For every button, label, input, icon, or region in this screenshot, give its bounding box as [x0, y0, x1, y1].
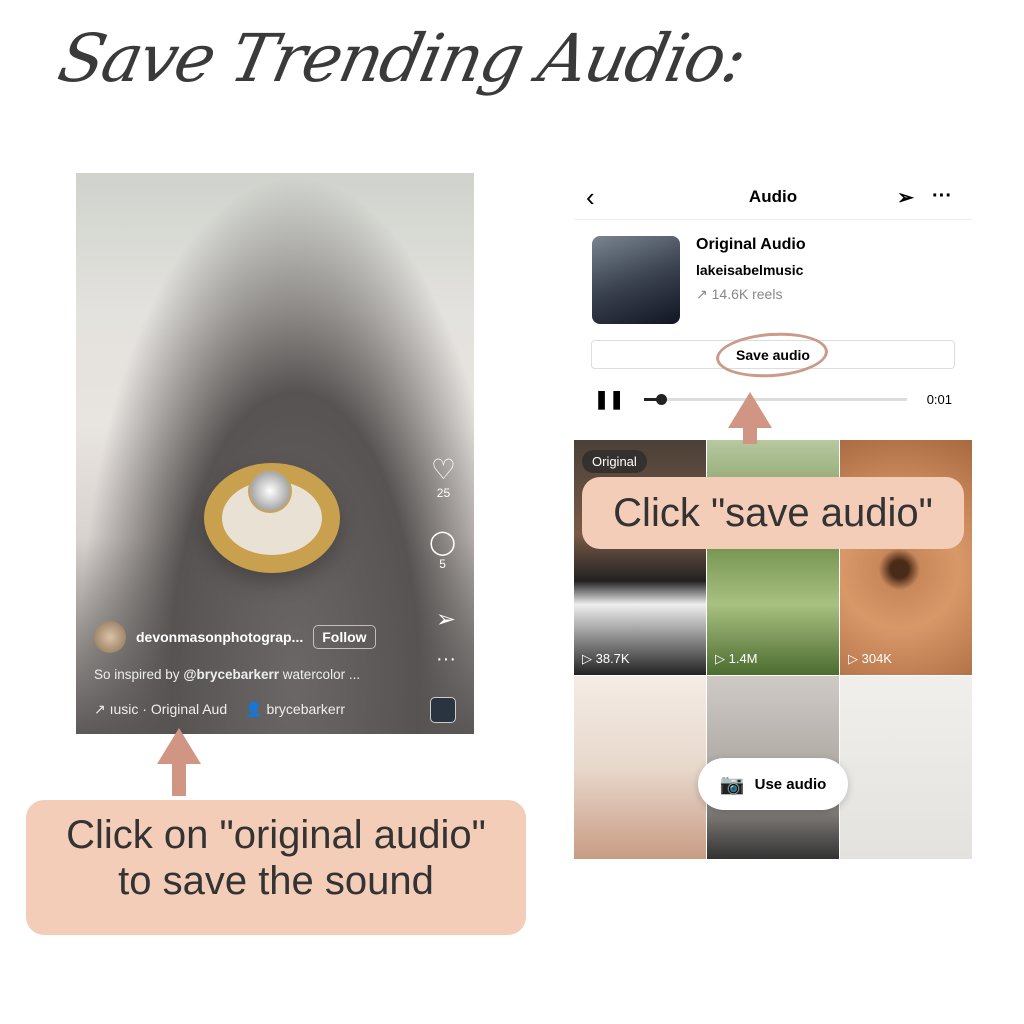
view-count-value: 1.4M	[728, 651, 758, 666]
comment-count: 5	[439, 557, 446, 571]
audio-page: ‹ Audio ➢ ··· Original Audio lakeisabelmusic…	[574, 175, 972, 429]
avatar[interactable]	[94, 621, 126, 653]
pause-icon[interactable]: ❚❚	[594, 389, 624, 410]
save-audio-button[interactable]: Save audio	[591, 329, 955, 381]
arrow-up-icon	[728, 392, 772, 428]
reel-tile[interactable]: Original ▷ 38.7K	[574, 440, 706, 675]
reels-count: ↗ 14.6K reels	[696, 286, 783, 302]
page-title: Save Trending Audio:	[51, 20, 752, 97]
comment-icon: ◯	[429, 529, 456, 556]
original-badge: Original	[582, 450, 647, 473]
view-count: ▷ 1.4M	[715, 651, 758, 666]
mention-link[interactable]: @brycebarkerr	[183, 667, 279, 682]
diamond	[248, 469, 292, 513]
use-audio-label: Use audio	[754, 775, 827, 793]
slider-knob[interactable]	[656, 393, 668, 405]
arrow-up-icon	[157, 728, 201, 764]
view-count-value: 38.7K	[595, 651, 630, 666]
callout-save-audio: Click "save audio"	[582, 477, 964, 549]
tagged-user-name: brycebarkerr	[266, 701, 346, 717]
heart-icon: ♡	[430, 454, 456, 485]
more-icon[interactable]: ···	[436, 648, 456, 671]
caption-text: So inspired by	[94, 667, 184, 682]
callout-original-audio: Click on "original audio" to save the so…	[26, 800, 526, 935]
caption-text: watercolor ...	[279, 667, 361, 682]
username[interactable]: devonmasonphotograp...	[136, 629, 303, 645]
share-icon[interactable]: ➢	[436, 605, 456, 634]
reel-tile[interactable]	[574, 676, 706, 859]
view-count: ▷ 38.7K	[582, 651, 630, 666]
original-audio-link[interactable]: ↗ ıusic · Original Aud	[94, 701, 227, 718]
view-count-value: 304K	[861, 651, 892, 666]
reel-tile[interactable]: ▷ 304K	[840, 440, 972, 675]
more-icon[interactable]: ···	[932, 185, 952, 210]
use-audio-button[interactable]: 📷 Use audio	[698, 758, 848, 810]
artist-link[interactable]: lakeisabelmusic	[696, 262, 806, 278]
tagged-user[interactable]: 👤 brycebarkerr	[245, 701, 345, 718]
like-button[interactable]: ♡ 25	[431, 453, 456, 500]
follow-button[interactable]: Follow	[313, 625, 376, 649]
progress-slider[interactable]	[644, 393, 907, 405]
back-icon[interactable]: ‹	[586, 182, 595, 213]
audio-artwork	[592, 236, 680, 324]
view-count: ▷ 304K	[848, 651, 892, 666]
arrow-stem	[172, 760, 186, 796]
time: 0:01	[926, 391, 952, 407]
camera-icon: 📷	[719, 773, 745, 796]
reel-tile[interactable]: ▷ 1.4M	[707, 440, 839, 675]
track-title: Original Audio	[696, 236, 806, 253]
audio-thumbnail[interactable]	[430, 697, 456, 723]
header-title: Audio	[748, 187, 798, 206]
comment-button[interactable]: ◯ 5	[429, 528, 456, 571]
share-icon[interactable]: ➢	[897, 185, 914, 210]
reel-screenshot: ♡ 25 ◯ 5 ➢ ··· devonmasonphotograp... Follo…	[76, 173, 474, 734]
like-count: 25	[436, 486, 451, 500]
reel-tile[interactable]	[840, 676, 972, 859]
caption: So inspired by @brycebarkerr watercolor …	[94, 667, 360, 682]
